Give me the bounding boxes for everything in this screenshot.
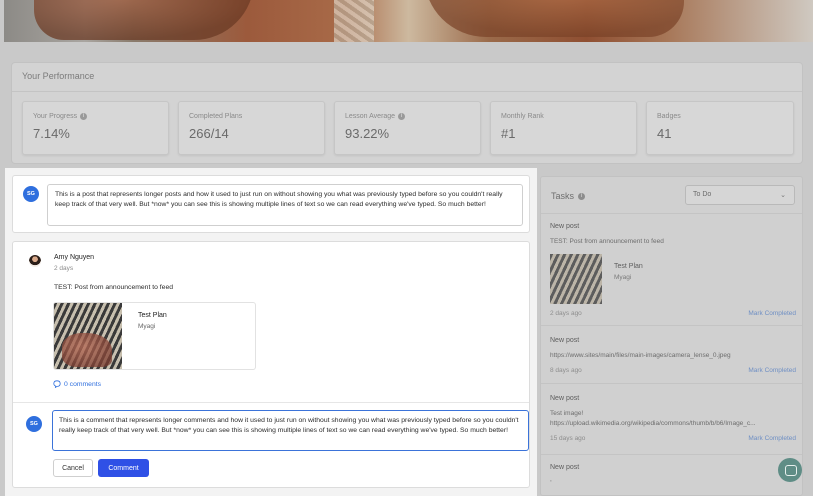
chat-launcher-button[interactable]	[778, 458, 802, 482]
task-body: TEST: Post from announcement to feed	[550, 238, 664, 245]
task-item[interactable]: New post TEST: Post from announcement to…	[541, 214, 802, 326]
stat-label: Completed Plans	[189, 113, 243, 120]
stat-value: #1	[501, 126, 516, 141]
performance-divider	[12, 91, 802, 92]
stat-value: 93.22%	[345, 126, 390, 141]
stat-your-progress: Your Progress i 7.14%	[22, 101, 169, 155]
mark-completed-link[interactable]: Mark Completed	[748, 367, 796, 374]
comments-count: 0 comments	[64, 380, 102, 388]
task-time: 8 days ago	[550, 367, 582, 374]
chevron-down-icon: ⌄	[780, 192, 786, 199]
stat-value: 41	[657, 126, 672, 141]
banner-lace	[334, 0, 374, 42]
feed-post-card: Amy Nguyen 2 days TEST: Post from announ…	[12, 241, 530, 488]
task-body: Test image!	[550, 410, 584, 417]
post-text: TEST: Post from announcement to feed	[54, 284, 174, 291]
task-item[interactable]: New post Test image! https://upload.wiki…	[541, 385, 802, 455]
task-time: 2 days ago	[550, 310, 582, 317]
tasks-filter-select[interactable]: To Do ⌄	[685, 185, 795, 205]
mark-completed-link[interactable]: Mark Completed	[748, 435, 796, 442]
info-icon[interactable]: i	[578, 192, 586, 200]
comment-bubble-icon	[53, 380, 61, 388]
task-item[interactable]: New post ,	[541, 456, 802, 495]
feed-panel: SG This is a post that represents longer…	[5, 168, 537, 496]
post-composer: SG This is a post that represents longer…	[12, 175, 530, 233]
task-title: New post	[550, 464, 580, 471]
task-title: New post	[550, 223, 580, 230]
stat-value: 7.14%	[33, 126, 70, 141]
tasks-filter-value: To Do	[693, 191, 712, 198]
hero-banner-image	[4, 0, 813, 42]
user-avatar: SG	[23, 186, 39, 202]
task-body-link: https://upload.wikimedia.org/wikipedia/c…	[550, 420, 756, 427]
comment-button[interactable]: Comment	[98, 459, 149, 477]
attachment-card[interactable]: Test Plan Myagi	[53, 302, 256, 370]
task-title: New post	[550, 395, 580, 402]
stat-label: Badges	[657, 113, 681, 120]
banner-shoe-left	[34, 0, 254, 40]
task-attachment-subtitle: Myagi	[614, 274, 632, 281]
info-icon[interactable]: i	[398, 113, 406, 120]
task-item[interactable]: New post https://www.sites/main/files/ma…	[541, 327, 802, 384]
commenter-avatar: SG	[26, 416, 42, 432]
comment-divider	[13, 402, 529, 403]
stat-monthly-rank: Monthly Rank #1	[490, 101, 637, 155]
tasks-title: Tasks	[551, 191, 575, 201]
author-name[interactable]: Amy Nguyen	[54, 254, 94, 261]
post-input[interactable]: This is a post that represents longer po…	[47, 184, 523, 226]
mark-completed-link[interactable]: Mark Completed	[748, 310, 796, 317]
stat-lesson-average: Lesson Average i 93.22%	[334, 101, 481, 155]
stat-value: 266/14	[189, 126, 229, 141]
post-time: 2 days	[54, 265, 74, 272]
attachment-title: Test Plan	[138, 312, 167, 319]
task-body: https://www.sites/main/files/main-images…	[550, 352, 731, 359]
task-title: New post	[550, 337, 580, 344]
cancel-button[interactable]: Cancel	[53, 459, 93, 477]
attachment-thumbnail	[54, 303, 122, 369]
author-avatar[interactable]	[29, 255, 41, 267]
stat-badges: Badges 41	[646, 101, 794, 155]
info-icon[interactable]: i	[80, 113, 88, 120]
tasks-panel: Tasks i To Do ⌄ New post TEST: Post from…	[540, 176, 803, 496]
stat-label: Your Progress	[33, 113, 78, 120]
comment-input[interactable]: This is a comment that represents longer…	[52, 410, 529, 451]
performance-title: Your Performance	[22, 71, 95, 81]
stat-completed-plans: Completed Plans 266/14	[178, 101, 325, 155]
stat-label: Lesson Average	[345, 113, 396, 120]
task-body: ,	[550, 476, 552, 483]
banner-shoe-right	[424, 0, 684, 37]
performance-card: Your Performance Your Progress i 7.14% Co…	[11, 62, 803, 164]
tasks-header: Tasks i	[551, 191, 586, 201]
attachment-subtitle: Myagi	[138, 323, 156, 330]
stat-label: Monthly Rank	[501, 113, 544, 120]
task-time: 15 days ago	[550, 435, 586, 442]
comments-link[interactable]: 0 comments	[53, 380, 101, 388]
task-thumbnail	[550, 254, 602, 304]
task-attachment-title: Test Plan	[614, 263, 643, 270]
